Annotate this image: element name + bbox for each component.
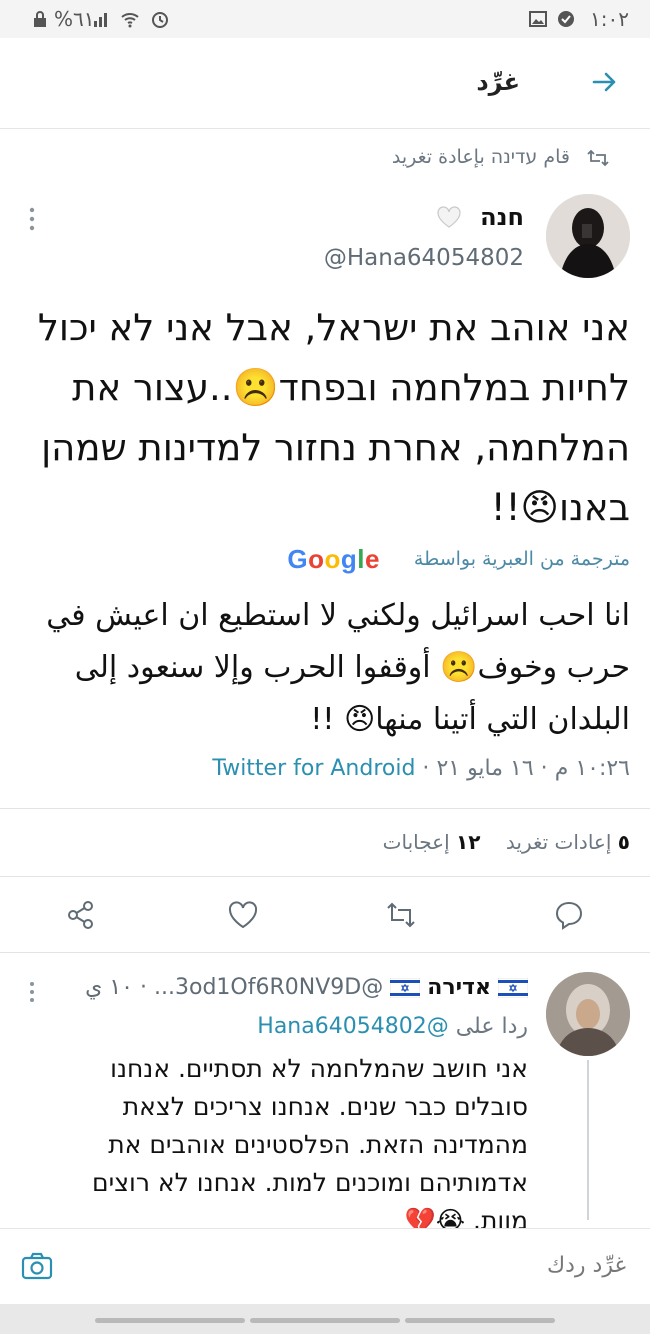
gallery-icon bbox=[529, 11, 547, 27]
retweet-icon bbox=[587, 149, 609, 167]
israel-flag-icon bbox=[390, 978, 421, 998]
check-circle-icon bbox=[558, 11, 574, 27]
status-bar: %٦١ ١:٠٢ bbox=[0, 0, 650, 38]
white-heart-icon bbox=[437, 206, 461, 228]
translation-label: مترجمة من العبرية بواسطة bbox=[413, 548, 630, 570]
reply-compose-bar: غرِّد ردك bbox=[0, 1228, 650, 1305]
google-logo: Google bbox=[287, 544, 380, 574]
battery-percent: %٦١ bbox=[54, 7, 95, 31]
tweet-metadata: ١٠:٢٦ م · ١٦ مايو ٢١ · Twitter for Andro… bbox=[212, 756, 630, 781]
like-label[interactable]: إعجابات bbox=[383, 830, 450, 854]
nav-handle[interactable] bbox=[405, 1318, 555, 1323]
like-heart-icon[interactable] bbox=[226, 898, 260, 932]
replying-to: ردا على @Hana64054802 bbox=[257, 1014, 528, 1039]
nav-handle[interactable] bbox=[250, 1318, 400, 1323]
divider bbox=[0, 808, 650, 809]
replying-to-label: ردا على bbox=[455, 1014, 528, 1039]
page-title: غرِّد bbox=[476, 68, 520, 96]
nav-handle[interactable] bbox=[95, 1318, 245, 1323]
signal-icon bbox=[94, 13, 107, 27]
tweet-text: אני אוהב את ישראל, אבל אני לא יכול לחיות… bbox=[37, 306, 630, 529]
clock: ١:٠٢ bbox=[590, 7, 629, 31]
like-count[interactable]: ١٢ bbox=[456, 830, 480, 854]
author-name[interactable]: חנה bbox=[480, 203, 524, 231]
avatar[interactable] bbox=[546, 972, 630, 1056]
reply-author-row: אדירה @3od1Of6R0NV9D... · ١٠ ي bbox=[85, 975, 528, 1000]
top-bar: غرِّد bbox=[0, 38, 650, 129]
tweet-date: ١٦ مايو ٢١ bbox=[436, 756, 534, 781]
reply-text: אני חושב שהמלחמה לא תסתיים. אנחנו סובלים… bbox=[92, 1054, 528, 1235]
retweet-icon[interactable] bbox=[384, 898, 418, 932]
israel-flag-icon bbox=[498, 978, 528, 998]
retweeted-by: قام עדינה بإعادة تغريد bbox=[391, 146, 570, 168]
divider bbox=[0, 876, 650, 877]
back-arrow-icon[interactable] bbox=[590, 68, 618, 96]
alarm-icon bbox=[152, 12, 168, 28]
more-options-icon[interactable] bbox=[28, 205, 36, 233]
profile-photo-icon bbox=[546, 972, 630, 1056]
divider bbox=[0, 952, 650, 953]
share-icon[interactable] bbox=[64, 898, 98, 932]
retweet-count[interactable]: ٥ bbox=[618, 830, 630, 854]
retweet-label[interactable]: إعادات تغريد bbox=[506, 830, 612, 854]
translated-text: انا احب اسرائيل ولكني لا استطيع ان اعيش … bbox=[46, 598, 630, 737]
thread-line bbox=[587, 1060, 589, 1220]
author-handle[interactable]: @Hana64054802 bbox=[324, 245, 524, 271]
camera-icon[interactable] bbox=[20, 1251, 54, 1281]
reply-icon[interactable] bbox=[552, 898, 586, 932]
tweet-time: ١٠:٢٦ م bbox=[554, 756, 630, 781]
replying-to-handle[interactable]: @Hana64054802 bbox=[257, 1014, 448, 1039]
reply-time: ١٠ ي bbox=[85, 975, 133, 1000]
reply-author-name[interactable]: אדירה bbox=[427, 975, 491, 1000]
more-options-icon[interactable] bbox=[28, 980, 36, 1004]
reply-author-handle[interactable]: @3od1Of6R0NV9D... bbox=[154, 975, 383, 1000]
reply-input[interactable]: غرِّد ردك bbox=[547, 1253, 626, 1278]
lock-icon bbox=[34, 11, 46, 27]
wifi-icon bbox=[121, 13, 139, 28]
system-nav-bar bbox=[0, 1304, 650, 1334]
avatar[interactable] bbox=[546, 194, 630, 278]
profile-photo-icon bbox=[546, 194, 630, 278]
tweet-source-app[interactable]: Twitter for Android bbox=[212, 756, 415, 781]
tweet-stats: ٥ إعادات تغريد ١٢ إعجابات bbox=[383, 830, 630, 854]
